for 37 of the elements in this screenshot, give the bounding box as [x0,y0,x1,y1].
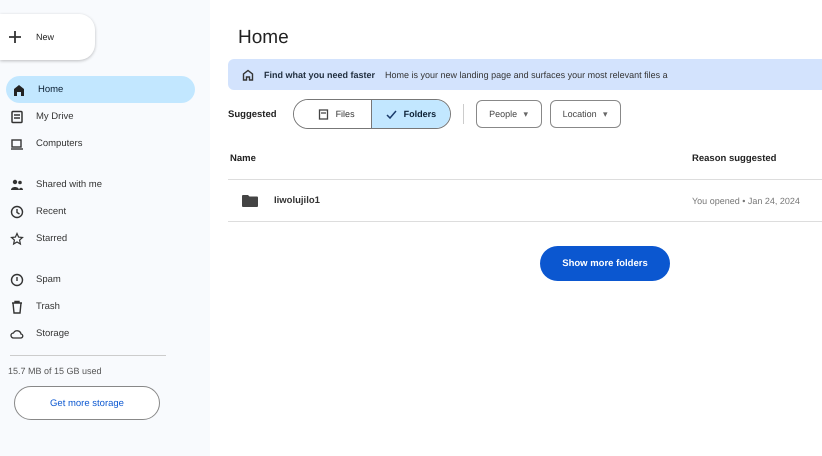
column-header: Name [230,152,257,164]
home-icon [12,82,26,96]
document-icon [318,108,329,120]
nav-item[interactable]: Starred [0,225,185,252]
table-cell-text: You opened • Jan 24, 2024 [692,196,801,206]
star-icon [10,232,24,246]
nav-item[interactable]: Spam [0,266,185,293]
people-icon [10,178,24,192]
new-button[interactable]: New [0,14,95,60]
folder-name[interactable]: Iiwolujilo1 [274,195,320,206]
filter-dropdown[interactable]: People ▾ [476,100,542,128]
filter-dropdown[interactable]: Location ▾ [550,100,622,128]
clock-icon [10,204,24,218]
nav-item[interactable]: Trash [0,293,185,320]
nav-item[interactable]: Storage [0,320,185,347]
my-drive-icon [10,110,24,124]
page-title: Home [238,27,289,49]
spam-icon [10,272,24,286]
trash-icon [10,300,24,314]
banner-text: Home is your new landing page and surfaces your most relevant files a [385,70,668,80]
get-more-storage-button[interactable]: Get more storage [14,386,160,420]
home-icon [242,68,254,80]
filter-label: Suggested [228,108,277,120]
nav-item[interactable]: Home [6,76,195,103]
plus-icon [8,30,22,44]
storage-usage-text: 15.7 MB of 15 GB used [7,366,103,376]
check-icon [386,108,397,120]
nav-item[interactable]: Computers [0,130,185,157]
filter-toggle[interactable]: Folders [370,100,450,128]
banner-title: Find what you need faster [264,70,376,80]
nav-item[interactable]: My Drive [0,103,185,130]
computer-icon [10,136,24,150]
show-more-folders-button[interactable]: Show more folders [540,246,670,281]
nav-item[interactable]: Shared with me [0,171,185,198]
nav-item[interactable]: Recent [0,198,185,225]
folder-icon [242,194,258,206]
column-header: Reason suggested [692,152,778,164]
